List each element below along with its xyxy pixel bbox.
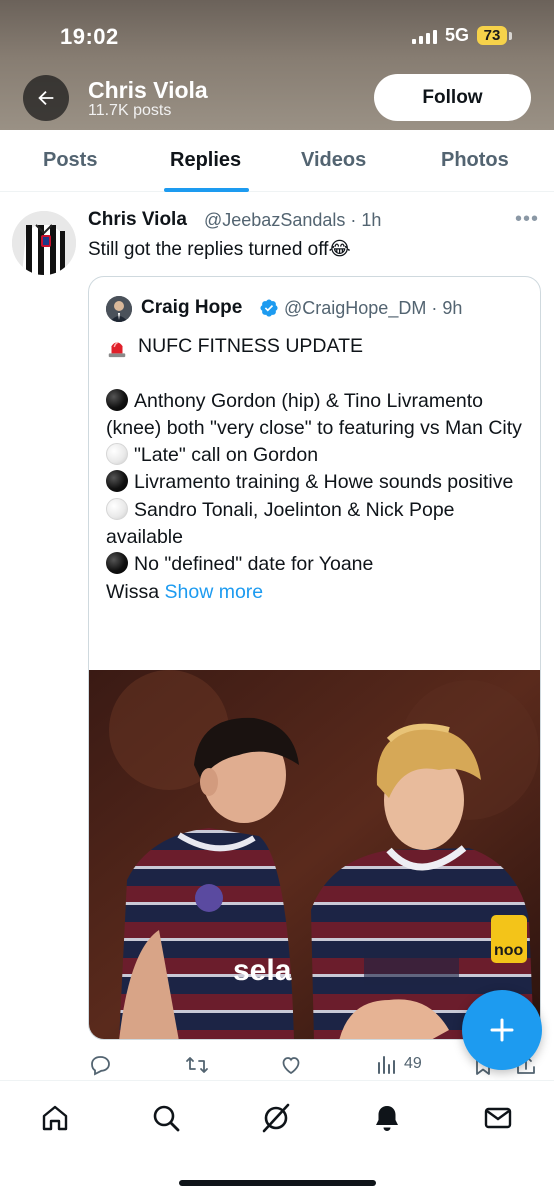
more-horizontal-icon[interactable]: •••	[515, 208, 539, 231]
quoted-author-handle: @CraigHope_DM · 9h	[284, 298, 463, 318]
quoted-tweet-image[interactable]: sela noo	[89, 670, 541, 1040]
black-circle-icon	[106, 470, 128, 493]
nav-grok[interactable]	[259, 1101, 293, 1135]
quoted-line-text: Livramento training & Howe sounds positi…	[134, 471, 514, 494]
siren-icon	[108, 341, 126, 357]
quoted-line: Sandro Tonali, Joelinton & Nick Pope ava…	[106, 497, 531, 552]
quoted-author-avatar	[106, 296, 132, 322]
tab-replies[interactable]: Replies	[170, 149, 241, 172]
home-icon	[42, 1105, 68, 1131]
white-circle-icon	[106, 443, 128, 466]
network-type: 5G	[444, 25, 469, 45]
messages-icon	[484, 1107, 512, 1129]
compose-button[interactable]	[462, 990, 542, 1070]
plus-icon	[490, 1018, 514, 1042]
quoted-tweet-card[interactable]: Craig Hope @CraigHope_DM · 9h NUFC FITNE…	[88, 276, 541, 1040]
home-indicator	[179, 1180, 376, 1186]
battery-icon: 73	[477, 26, 512, 45]
grok-icon	[262, 1103, 290, 1133]
quoted-line: NUFC FITNESS UPDATE	[106, 333, 531, 360]
profile-header: 19:02 5G 73 Chris Viola 11.7K posts Foll…	[0, 0, 554, 130]
profile-name: Chris Viola	[88, 77, 208, 103]
tweet-author-handle: @JeebazSandals · 1h	[204, 210, 382, 230]
tab-videos[interactable]: Videos	[301, 149, 366, 172]
quoted-line: Wissa Show more	[106, 579, 531, 606]
black-circle-icon	[106, 552, 128, 575]
reply-button[interactable]	[88, 1053, 112, 1077]
quoted-line: No "defined" date for Yoane	[106, 551, 531, 578]
nav-notifications[interactable]	[370, 1101, 404, 1135]
quoted-line: "Late" call on Gordon	[106, 442, 531, 469]
quoted-tweet-text: NUFC FITNESS UPDATE Anthony Gordon (hip)…	[106, 333, 531, 606]
quoted-line-text: No "defined" date for Yoane	[134, 553, 374, 576]
signal-icon	[411, 28, 437, 44]
striped-shirt-avatar-image	[12, 211, 76, 275]
post-count: 11.7K posts	[88, 102, 172, 119]
quoted-line-text: Anthony Gordon (hip) & Tino Livramento (…	[106, 389, 522, 439]
quoted-author-name: Craig Hope	[141, 297, 243, 318]
quoted-line-text: NUFC FITNESS UPDATE	[138, 335, 363, 357]
views-icon	[378, 1056, 395, 1074]
battery-level: 73	[477, 26, 507, 45]
nav-search[interactable]	[149, 1101, 183, 1135]
nav-home[interactable]	[38, 1101, 72, 1135]
tab-posts[interactable]: Posts	[43, 149, 97, 172]
quoted-line-text: Sandro Tonali, Joelinton & Nick Pope ava…	[106, 498, 455, 549]
heart-icon	[282, 1057, 300, 1075]
black-circle-icon	[106, 388, 128, 411]
image-sponsor-text: sela	[233, 954, 292, 987]
views-button[interactable]: 49	[376, 1053, 422, 1075]
avatar[interactable]	[12, 211, 76, 275]
tweet-author-name[interactable]: Chris Viola	[88, 209, 187, 231]
quoted-line: Livramento training & Howe sounds positi…	[106, 469, 531, 496]
white-circle-icon	[106, 497, 128, 520]
reply-icon	[91, 1056, 110, 1076]
nav-messages[interactable]	[481, 1101, 515, 1135]
retweet-button[interactable]	[184, 1053, 210, 1077]
notifications-icon	[376, 1106, 398, 1131]
profile-tabs: Posts Replies Videos Photos	[0, 130, 554, 192]
views-count: 49	[404, 1055, 422, 1072]
retweet-icon	[186, 1057, 208, 1073]
quoted-blank-line	[106, 360, 531, 387]
status-indicators: 5G 73	[411, 25, 512, 46]
image-badge-text: noo	[494, 942, 524, 959]
verified-badge-icon	[260, 299, 278, 317]
active-tab-indicator	[164, 188, 249, 192]
follow-button[interactable]: Follow	[374, 74, 531, 121]
quoted-line-text: Wissa	[106, 580, 160, 603]
tweet-text: Still got the replies turned off😂	[88, 239, 351, 260]
like-button[interactable]	[279, 1053, 303, 1077]
back-button[interactable]	[23, 75, 69, 121]
status-time: 19:02	[60, 24, 119, 49]
quoted-line: Anthony Gordon (hip) & Tino Livramento (…	[106, 388, 531, 443]
tab-photos[interactable]: Photos	[441, 149, 509, 172]
quoted-line-text: "Late" call on Gordon	[134, 444, 319, 467]
arrow-left-icon	[38, 90, 54, 106]
search-icon	[153, 1105, 180, 1132]
show-more-link[interactable]: Show more	[165, 579, 264, 606]
